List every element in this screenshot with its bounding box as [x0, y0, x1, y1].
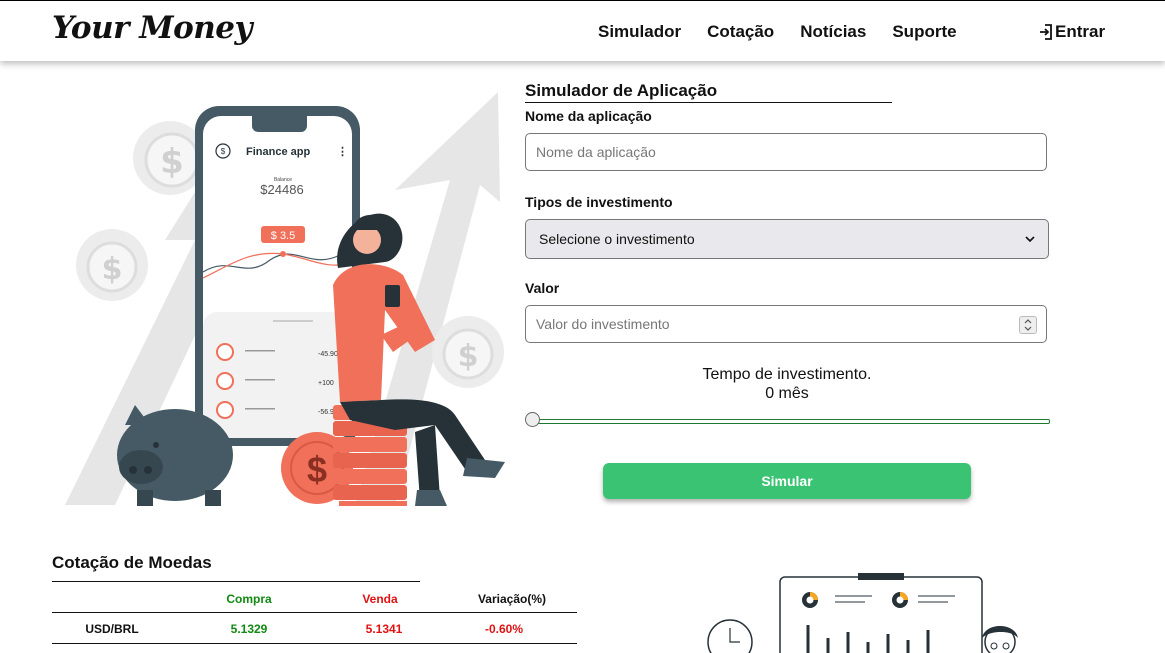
nav-suporte[interactable]: Suporte — [892, 22, 956, 42]
price-badge: $ 3.5 — [271, 230, 295, 242]
value-label: Valor — [525, 280, 560, 296]
svg-text:$: $ — [160, 142, 184, 182]
tempo-value: 0 mês — [765, 385, 809, 402]
nav-noticias[interactable]: Notícias — [800, 22, 866, 42]
balance-value: $24486 — [260, 182, 303, 197]
row-2-value: +100 — [318, 380, 334, 387]
table-row: USD/BRL 5.1329 5.1341 -0.60% — [52, 613, 577, 644]
simulate-button[interactable]: Simular — [603, 463, 971, 499]
simulator-title: Simulador de Aplicação — [525, 81, 892, 103]
row-1-value: -45.90 — [318, 351, 338, 358]
investment-type-value: Selecione o investimento — [539, 231, 695, 247]
chevron-down-icon — [1025, 236, 1035, 243]
login-button[interactable]: Entrar — [1039, 22, 1105, 42]
investment-type-select[interactable]: Selecione o investimento — [525, 219, 1049, 259]
main-nav: Simulador Cotação Notícias Suporte — [598, 22, 957, 42]
header-venda: Venda — [362, 592, 398, 606]
svg-text:⋮: ⋮ — [337, 146, 348, 158]
number-spinner-icon[interactable] — [1019, 316, 1037, 334]
name-label: Nome da aplicação — [525, 108, 652, 124]
logo[interactable]: Your Money — [52, 10, 253, 46]
row-venda: 5.1341 — [365, 622, 403, 636]
row-compra: 5.1329 — [230, 622, 268, 636]
type-label: Tipos de investimento — [525, 194, 673, 210]
analytics-illustration — [707, 573, 1018, 653]
login-label: Entrar — [1055, 22, 1106, 41]
header-compra: Compra — [226, 592, 272, 606]
nav-simulador[interactable]: Simulador — [598, 22, 681, 42]
site-header: Your Money Simulador Cotação Notícias Su… — [0, 1, 1165, 61]
login-icon — [1040, 24, 1052, 40]
svg-text:$: $ — [221, 147, 226, 156]
row-pair: USD/BRL — [85, 622, 139, 636]
tempo-slider-track[interactable] — [533, 419, 1050, 424]
tempo-label: Tempo de investimento. — [702, 366, 872, 383]
svg-text:$: $ — [458, 339, 479, 374]
finance-illustration: $ $ $ $ Finance app ⋮ Balance $24486 $ 3… — [65, 92, 505, 506]
svg-text:$: $ — [102, 252, 123, 287]
header-variacao: Variação(%) — [477, 592, 547, 606]
tempo-slider-thumb[interactable] — [525, 412, 540, 427]
nav-cotacao[interactable]: Cotação — [707, 22, 774, 42]
app-title: Finance app — [246, 146, 310, 158]
tempo-block: Tempo de investimento. 0 mês — [525, 365, 1049, 403]
row-variacao: -0.60% — [484, 622, 524, 636]
quotes-table-header: Compra Venda Variação(%) — [52, 588, 577, 613]
name-input[interactable] — [525, 133, 1047, 171]
quotes-title: Cotação de Moedas — [52, 553, 420, 582]
svg-text:$: $ — [307, 449, 327, 490]
value-input[interactable] — [525, 305, 1047, 343]
